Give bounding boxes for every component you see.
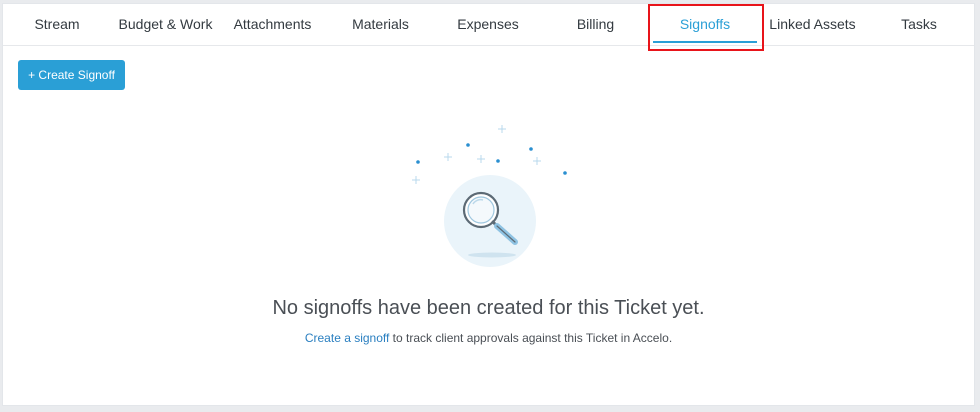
tab-label: Budget & Work [118, 16, 213, 32]
tab-linked-assets[interactable]: Linked Assets [765, 4, 860, 45]
empty-state-description: Create a signoff to track client approva… [3, 331, 974, 345]
ticket-panel: Stream Budget & Work Attachments Materia… [2, 3, 975, 406]
tab-materials[interactable]: Materials [338, 4, 423, 45]
magnifying-glass-icon [403, 114, 583, 274]
empty-state-title: No signoffs have been created for this T… [272, 297, 705, 319]
tab-attachments[interactable]: Attachments [225, 4, 320, 45]
tab-stream[interactable]: Stream [13, 4, 101, 45]
tab-label: Linked Assets [769, 16, 856, 32]
tab-tasks[interactable]: Tasks [888, 4, 950, 45]
tab-label: Expenses [457, 16, 519, 32]
empty-state-description-text: to track client approvals against this T… [389, 331, 673, 345]
tab-expenses[interactable]: Expenses [448, 4, 528, 45]
tab-budget-work[interactable]: Budget & Work [113, 4, 218, 45]
tab-label: Attachments [233, 16, 312, 32]
tab-label: Tasks [901, 16, 937, 32]
tab-label: Signoffs [679, 16, 731, 32]
tab-label: Materials [352, 16, 409, 32]
tab-billing[interactable]: Billing [563, 4, 628, 45]
tab-signoffs[interactable]: Signoffs [649, 4, 761, 45]
tab-label: Stream [34, 16, 80, 32]
active-tab-indicator [653, 41, 757, 43]
create-signoff-button[interactable]: + Create Signoff [18, 60, 125, 90]
tab-label: Billing [576, 16, 615, 32]
create-signoff-link[interactable]: Create a signoff [305, 331, 390, 345]
tab-bar: Stream Budget & Work Attachments Materia… [3, 4, 974, 46]
